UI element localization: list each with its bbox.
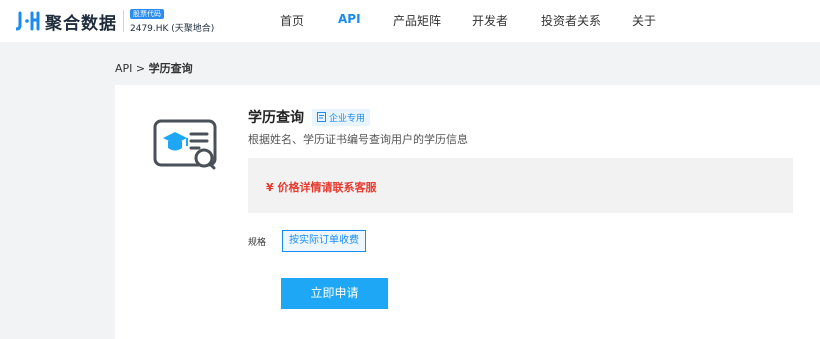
logo-divider (123, 10, 124, 32)
nav-about[interactable]: 关于 (632, 12, 656, 29)
price-box: ¥ 价格详情请联系客服 (248, 158, 793, 213)
price-text: ¥ 价格详情请联系客服 (266, 181, 377, 194)
stock-code: 2479.HK (天聚地合) (130, 23, 215, 34)
product-description: 根据姓名、学历证书编号查询用户的学历信息 (248, 133, 468, 146)
product-title: 学历查询 (248, 110, 304, 126)
nav-api[interactable]: API (338, 12, 361, 26)
enterprise-tag: 企业专用 (312, 108, 371, 126)
juhe-logo-icon (16, 10, 42, 32)
product-card: 学历查询 企业专用 根据姓名、学历证书编号查询用户的学历信息 ¥ 价格详情请联系… (115, 85, 820, 339)
stock-badge: 股票代码 (130, 8, 164, 19)
enterprise-tag-label: 企业专用 (329, 113, 366, 124)
spec-label: 规格 (248, 238, 267, 248)
nav-product-matrix[interactable]: 产品矩阵 (393, 12, 441, 29)
apply-button[interactable]: 立即申请 (281, 278, 388, 309)
education-certificate-icon (153, 118, 217, 170)
stock-info: 股票代码 2479.HK (天聚地合) (130, 8, 215, 34)
brand-logo[interactable]: 聚合数据 股票代码 2479.HK (天聚地合) (16, 8, 214, 34)
document-icon (317, 112, 326, 122)
brand-name: 聚合数据 (45, 13, 117, 34)
nav-investor-relations[interactable]: 投资者关系 (541, 12, 601, 29)
nav-home[interactable]: 首页 (280, 12, 304, 29)
product-title-row: 学历查询 企业专用 (248, 107, 371, 127)
nav-developer[interactable]: 开发者 (472, 12, 508, 29)
spec-option-button[interactable]: 按实际订单收费 (282, 230, 366, 252)
breadcrumb-root[interactable]: API (115, 62, 132, 75)
breadcrumb-separator: > (135, 62, 146, 75)
breadcrumb-current: 学历查询 (148, 62, 193, 75)
top-navbar: 聚合数据 股票代码 2479.HK (天聚地合) 首页 API 产品矩阵 开发者… (0, 0, 820, 42)
breadcrumb: API > 学历查询 (115, 60, 193, 76)
